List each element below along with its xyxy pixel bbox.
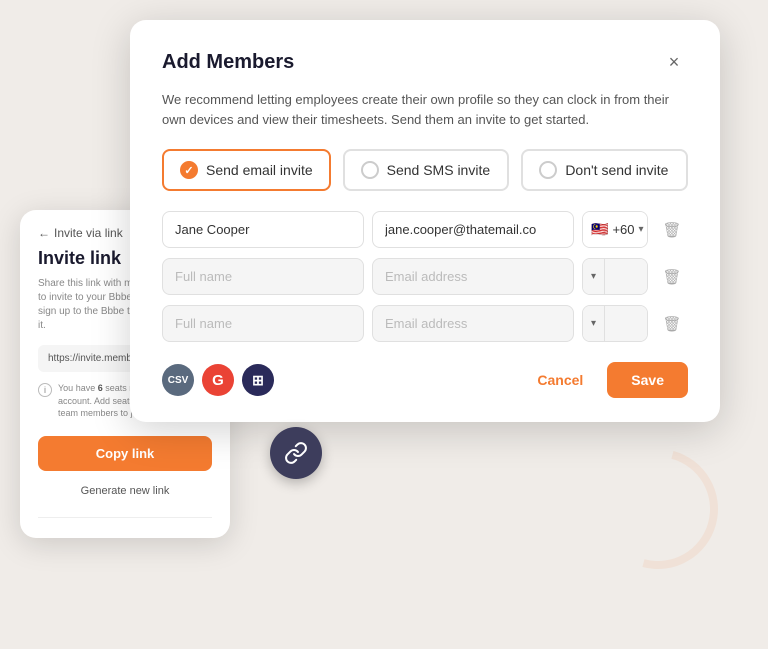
- back-arrow-icon: ←: [38, 226, 50, 240]
- flag-emoji-1: 🇲🇾: [591, 221, 608, 238]
- link-circle-button[interactable]: [270, 427, 322, 479]
- copy-link-button[interactable]: Copy link: [38, 436, 212, 471]
- invite-none-label: Don't send invite: [565, 162, 668, 178]
- table-row: ▾ 🗑: [162, 305, 688, 342]
- phone-input-wrap-1: 🇲🇾 +60 ▾: [582, 211, 648, 248]
- add-members-modal: Add Members × We recommend letting emplo…: [130, 20, 720, 422]
- phone-flag-1[interactable]: 🇲🇾 +60 ▾: [583, 212, 648, 247]
- modal-description: We recommend letting employees create th…: [162, 90, 688, 129]
- phone-input-wrap-3: ▾: [582, 305, 648, 342]
- chevron-down-icon: ▾: [591, 318, 596, 329]
- save-button[interactable]: Save: [607, 362, 688, 398]
- delete-member-button-1[interactable]: 🗑: [656, 214, 688, 246]
- modal-header: Add Members ×: [162, 48, 688, 76]
- members-list: 🇲🇾 +60 ▾ 🗑 ▾ 🗑: [162, 211, 688, 342]
- back-button[interactable]: ← Invite via link: [38, 226, 123, 240]
- member-email-input-2[interactable]: [372, 258, 574, 295]
- invite-option-email[interactable]: Send email invite: [162, 149, 331, 191]
- member-name-input-3[interactable]: [162, 305, 364, 342]
- radio-sms: [361, 161, 379, 179]
- phone-flag-2[interactable]: ▾: [583, 259, 605, 294]
- radio-email: [180, 161, 198, 179]
- cancel-button[interactable]: Cancel: [525, 364, 595, 396]
- microsoft-import-button[interactable]: ⊞: [242, 364, 274, 396]
- import-icons-group: CSV G ⊞: [162, 364, 274, 396]
- invite-options-group: Send email invite Send SMS invite Don't …: [162, 149, 688, 191]
- modal-title: Add Members: [162, 51, 294, 74]
- invite-option-none[interactable]: Don't send invite: [521, 149, 688, 191]
- panel-divider: [38, 517, 212, 518]
- invite-sms-label: Send SMS invite: [387, 162, 491, 178]
- generate-link-button[interactable]: Generate new link: [38, 485, 212, 497]
- member-name-input-2[interactable]: [162, 258, 364, 295]
- chevron-down-icon: ▾: [639, 224, 644, 235]
- member-name-input-1[interactable]: [162, 211, 364, 248]
- info-icon: i: [38, 383, 52, 397]
- invite-option-sms[interactable]: Send SMS invite: [343, 149, 510, 191]
- phone-number-input-2[interactable]: [605, 259, 648, 294]
- phone-input-wrap-2: ▾: [582, 258, 648, 295]
- link-icon: [284, 441, 308, 465]
- invite-email-label: Send email invite: [206, 162, 313, 178]
- footer-actions: Cancel Save: [525, 362, 688, 398]
- google-import-button[interactable]: G: [202, 364, 234, 396]
- radio-none: [539, 161, 557, 179]
- delete-member-button-3[interactable]: 🗑: [656, 308, 688, 340]
- member-email-input-1[interactable]: [372, 211, 574, 248]
- subtitle-label: Invite via link: [54, 226, 123, 240]
- delete-member-button-2[interactable]: 🗑: [656, 261, 688, 293]
- decorative-swirl: [576, 427, 740, 591]
- table-row: ▾ 🗑: [162, 258, 688, 295]
- csv-import-button[interactable]: CSV: [162, 364, 194, 396]
- close-button[interactable]: ×: [660, 48, 688, 76]
- modal-footer: CSV G ⊞ Cancel Save: [162, 362, 688, 398]
- phone-flag-3[interactable]: ▾: [583, 306, 605, 341]
- phone-number-input-3[interactable]: [605, 306, 648, 341]
- chevron-down-icon: ▾: [591, 271, 596, 282]
- phone-code-1: +60: [612, 222, 634, 237]
- table-row: 🇲🇾 +60 ▾ 🗑: [162, 211, 688, 248]
- member-email-input-3[interactable]: [372, 305, 574, 342]
